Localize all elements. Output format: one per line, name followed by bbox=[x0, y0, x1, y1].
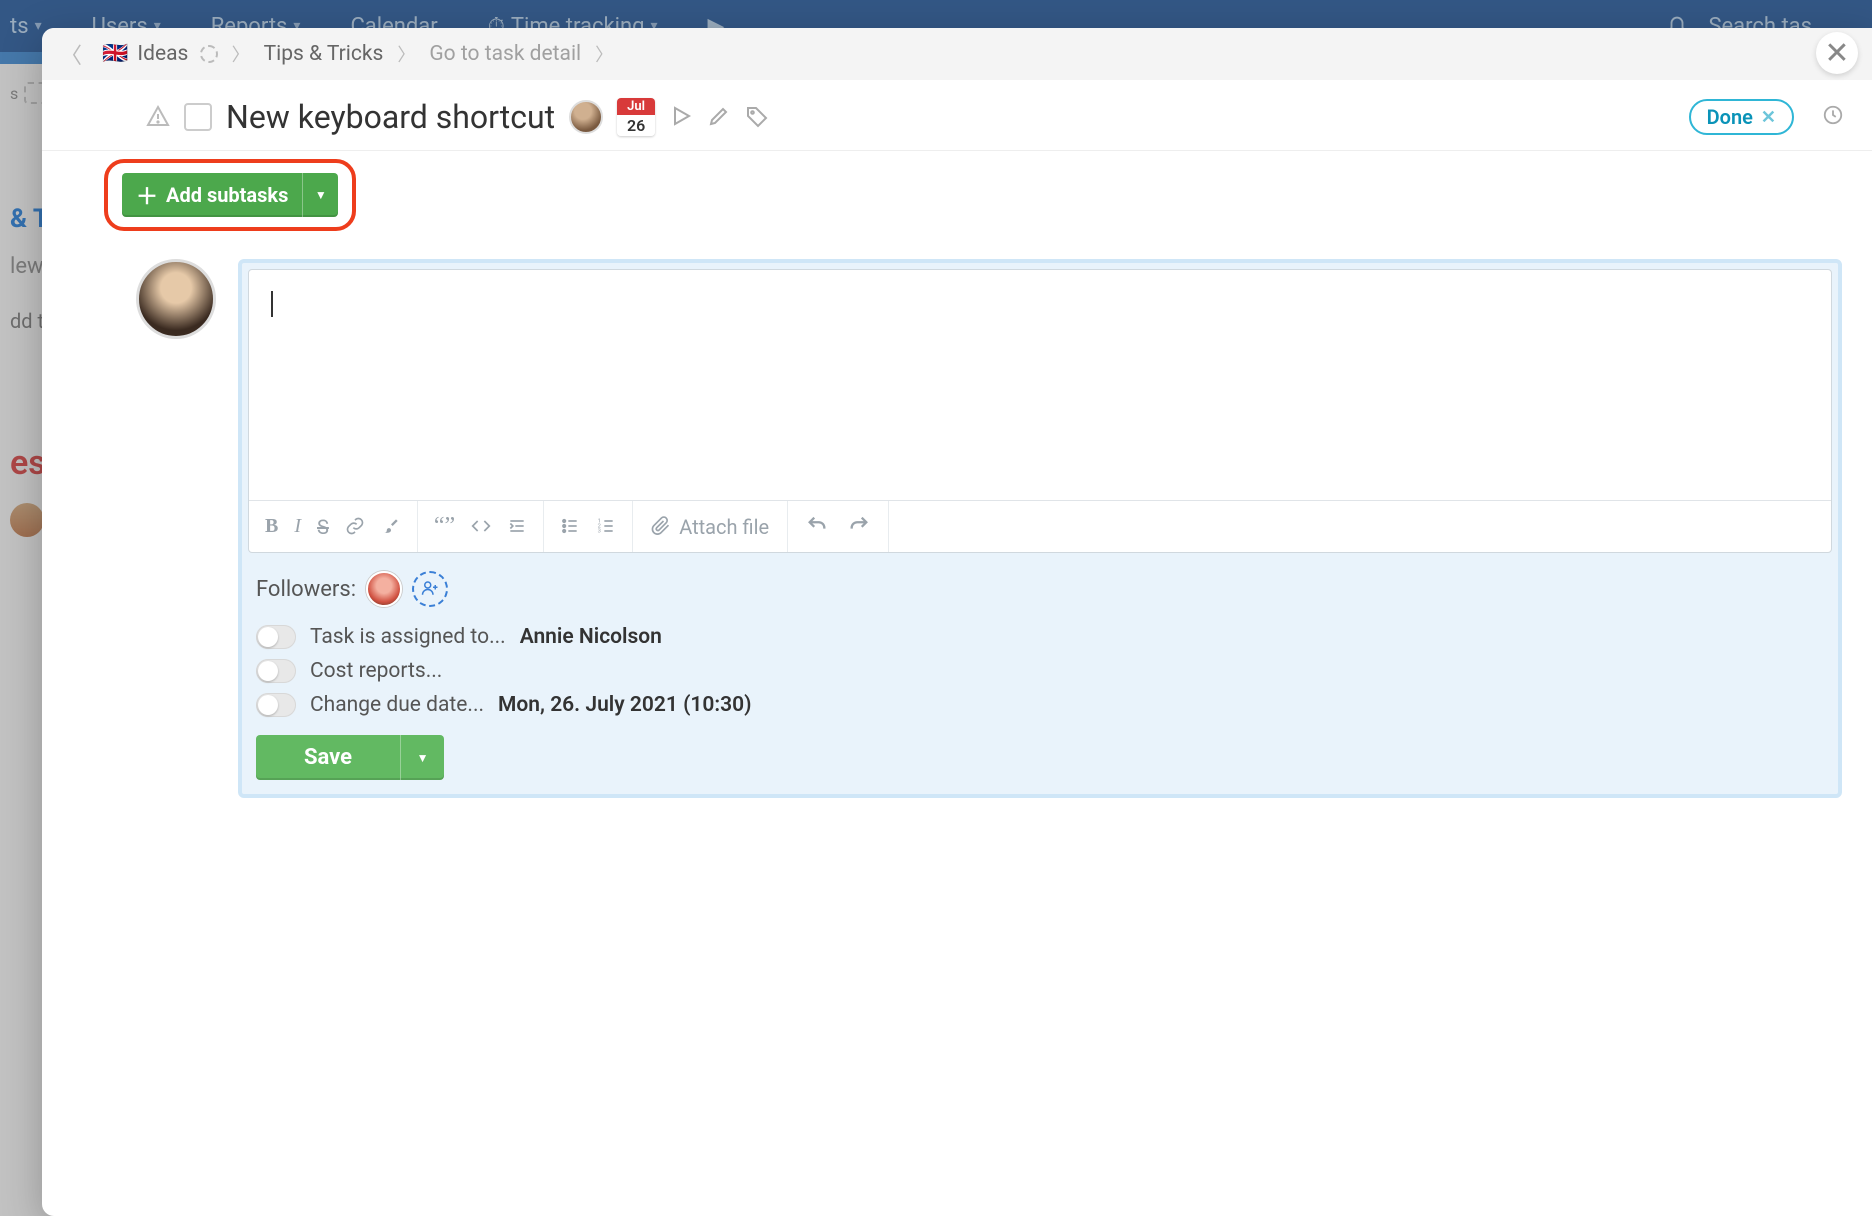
save-button[interactable]: Save ▼ bbox=[256, 735, 444, 780]
due-date-badge[interactable]: Jul 26 bbox=[617, 98, 655, 136]
current-user-avatar bbox=[136, 259, 216, 339]
attach-file-button[interactable]: Attach file bbox=[633, 501, 788, 552]
add-subtasks-dropdown[interactable]: ▼ bbox=[302, 173, 338, 217]
chevron-right-icon: 〉 bbox=[232, 41, 250, 67]
bullet-list-button[interactable] bbox=[560, 515, 580, 539]
task-header: New keyboard shortcut Jul 26 Done ✕ bbox=[42, 80, 1872, 151]
comment-textarea[interactable] bbox=[249, 270, 1831, 500]
caret-down-icon: ▼ bbox=[315, 188, 327, 202]
paperclip-icon bbox=[651, 515, 671, 539]
back-button[interactable]: 〈 bbox=[60, 38, 82, 70]
redo-button[interactable] bbox=[848, 514, 870, 539]
close-icon: ✕ bbox=[1824, 36, 1849, 71]
task-modal: ✕ 〈 🇬🇧 Ideas 〉 Tips & Tricks 〉 Go to tas… bbox=[42, 28, 1872, 1216]
breadcrumb: 〈 🇬🇧 Ideas 〉 Tips & Tricks 〉 Go to task … bbox=[42, 28, 1872, 80]
cost-toggle[interactable] bbox=[256, 659, 296, 683]
task-title[interactable]: New keyboard shortcut bbox=[226, 98, 555, 136]
play-icon[interactable] bbox=[669, 103, 693, 131]
due-toggle[interactable] bbox=[256, 693, 296, 717]
comment-panel: B I S “” 123 bbox=[238, 259, 1842, 798]
assign-value[interactable]: Annie Nicolson bbox=[520, 625, 662, 649]
comment-section: B I S “” 123 bbox=[42, 231, 1872, 818]
breadcrumb-label: Ideas bbox=[137, 42, 188, 66]
numbered-list-button[interactable]: 123 bbox=[596, 515, 616, 539]
strike-button[interactable]: S bbox=[317, 515, 329, 539]
add-follower-button[interactable] bbox=[412, 571, 448, 607]
chevron-right-icon: 〉 bbox=[397, 41, 415, 67]
flag-icon: 🇬🇧 bbox=[102, 42, 128, 66]
chevron-right-icon: 〉 bbox=[595, 41, 613, 67]
cost-label: Cost reports... bbox=[310, 659, 442, 683]
assignee-avatar[interactable] bbox=[569, 100, 603, 134]
comment-editor: B I S “” 123 bbox=[248, 269, 1832, 553]
brush-button[interactable] bbox=[381, 515, 401, 539]
close-icon: ✕ bbox=[1761, 107, 1776, 128]
complete-checkbox[interactable] bbox=[184, 103, 212, 131]
close-button[interactable]: ✕ bbox=[1816, 32, 1858, 74]
due-value[interactable]: Mon, 26. July 2021 (10:30) bbox=[498, 693, 751, 717]
done-label: Done bbox=[1707, 105, 1753, 129]
add-subtasks-highlight: ＋ Add subtasks ▼ bbox=[104, 159, 356, 231]
undo-button[interactable] bbox=[806, 514, 828, 539]
add-subtasks-button[interactable]: ＋ Add subtasks ▼ bbox=[122, 173, 338, 217]
warning-icon[interactable] bbox=[146, 103, 170, 131]
comment-options: Followers: Task is assigned to... Annie … bbox=[248, 553, 1832, 788]
due-label: Change due date... bbox=[310, 693, 484, 717]
editor-toolbar: B I S “” 123 bbox=[249, 500, 1831, 552]
modal-body: ＋ Add subtasks ▼ B I S bbox=[42, 151, 1872, 1216]
person-plus-icon bbox=[421, 579, 439, 600]
edit-icon[interactable] bbox=[707, 103, 731, 131]
cost-toggle-row: Cost reports... bbox=[256, 659, 1824, 683]
code-button[interactable] bbox=[471, 515, 491, 539]
assign-toggle-row: Task is assigned to... Annie Nicolson bbox=[256, 625, 1824, 649]
caret-down-icon: ▼ bbox=[417, 751, 429, 765]
tag-icon[interactable] bbox=[745, 103, 769, 131]
link-button[interactable] bbox=[345, 515, 365, 539]
quote-button[interactable]: “” bbox=[434, 513, 455, 540]
follower-avatar[interactable] bbox=[366, 571, 402, 607]
breadcrumb-item[interactable]: Go to task detail bbox=[429, 42, 581, 66]
cal-month: Jul bbox=[617, 98, 655, 115]
italic-button[interactable]: I bbox=[294, 515, 301, 538]
svg-text:3: 3 bbox=[598, 529, 601, 535]
bold-button[interactable]: B bbox=[265, 515, 278, 538]
due-toggle-row: Change due date... Mon, 26. July 2021 (1… bbox=[256, 693, 1824, 717]
done-button[interactable]: Done ✕ bbox=[1689, 99, 1794, 135]
assign-label: Task is assigned to... bbox=[310, 625, 506, 649]
indent-button[interactable] bbox=[507, 515, 527, 539]
followers-row: Followers: bbox=[256, 571, 1824, 607]
history-icon[interactable] bbox=[1822, 104, 1844, 129]
breadcrumb-item[interactable]: 🇬🇧 Ideas bbox=[102, 42, 218, 66]
save-label: Save bbox=[256, 735, 400, 780]
plus-icon: ＋ bbox=[136, 179, 158, 211]
cal-day: 26 bbox=[617, 115, 655, 136]
followers-label: Followers: bbox=[256, 577, 356, 602]
save-dropdown[interactable]: ▼ bbox=[400, 735, 444, 780]
circle-icon bbox=[200, 45, 218, 63]
assign-toggle[interactable] bbox=[256, 625, 296, 649]
breadcrumb-item[interactable]: Tips & Tricks bbox=[264, 42, 384, 66]
add-subtasks-label: Add subtasks bbox=[166, 183, 288, 207]
attach-label: Attach file bbox=[679, 515, 769, 539]
